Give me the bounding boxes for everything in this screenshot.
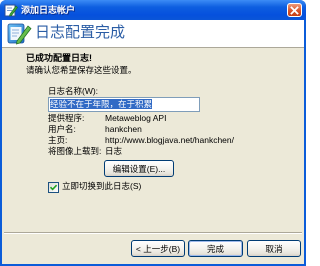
header-title: 日志配置完成: [35, 24, 126, 41]
homepage-label: 主页:: [48, 135, 68, 145]
success-heading: 已成功配置日志!: [26, 53, 92, 63]
provider-label: 提供程序:: [48, 113, 85, 123]
blog-name-input[interactable]: 经验不在于年限，在于积累: [48, 97, 200, 112]
writer-logo-icon: [6, 21, 32, 45]
finish-button[interactable]: 完成: [188, 240, 243, 257]
window-title: 添加日志帐户: [21, 5, 76, 15]
checkmark-icon: [49, 184, 58, 191]
confirm-text: 请确认您希望保存这些设置。: [26, 65, 137, 75]
homepage-value: http://www.blogjava.net/hankchen/: [105, 135, 234, 145]
title-bar[interactable]: 添加日志帐户: [0, 0, 306, 20]
close-icon: [290, 6, 299, 15]
header-panel: 日志配置完成: [2, 20, 304, 48]
blog-name-label: 日志名称(W):: [48, 86, 99, 96]
edit-settings-button[interactable]: 编辑设置(E)...: [104, 160, 174, 177]
close-button[interactable]: [287, 3, 302, 17]
switch-checkbox-label[interactable]: 立即切换到此日志(S): [62, 181, 141, 192]
blog-name-value: 经验不在于年限，在于积累: [50, 99, 153, 109]
image-upload-value: 日志: [105, 146, 123, 156]
provider-value: Metaweblog API: [105, 113, 167, 123]
switch-checkbox[interactable]: [48, 182, 59, 193]
footer-divider: [4, 232, 302, 234]
writer-icon: [4, 3, 18, 17]
cancel-button[interactable]: 取消: [247, 240, 301, 257]
image-upload-label: 将图像上载到:: [48, 146, 102, 156]
back-button[interactable]: < 上一步(B): [131, 240, 185, 257]
username-value: hankchen: [105, 124, 142, 134]
username-label: 用户名:: [48, 124, 76, 134]
add-blog-account-dialog: 添加日志帐户 日志配置完成 已成功配置日志! 请确认您希望保存这些设置。 日志名…: [0, 0, 306, 266]
